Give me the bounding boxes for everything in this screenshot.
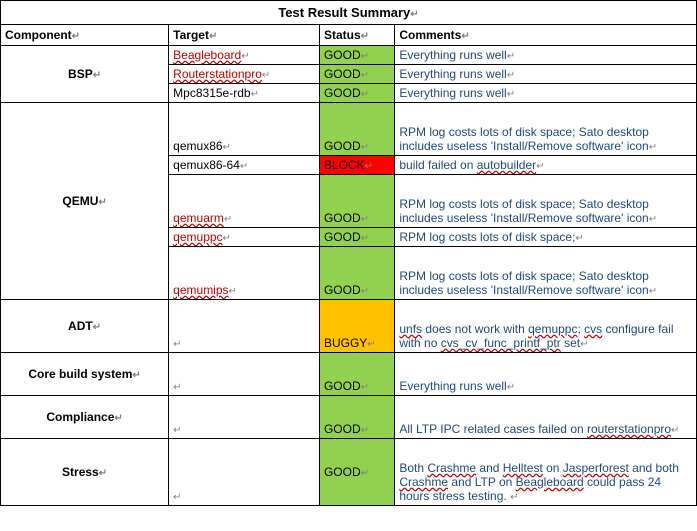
target-cell: ↵: [169, 353, 320, 396]
comments-cell: Everything runs well↵: [395, 353, 697, 396]
status-cell: GOOD↵: [319, 353, 394, 396]
component-compliance: Compliance↵: [1, 396, 169, 439]
table-row: Stress↵ ↵ GOOD↵ Both Crashme and Helltes…: [1, 439, 697, 506]
table-row: BSP↵ Beagleboard↵ GOOD↵ Everything runs …: [1, 46, 697, 65]
comments-cell: Everything runs well↵: [395, 46, 697, 65]
table-row: Compliance↵ ↵ GOOD↵ All LTP IPC related …: [1, 396, 697, 439]
test-result-table: Test Result Summary↵ Component↵ Target↵ …: [0, 0, 697, 506]
table-row: QEMU↵ qemux86↵ GOOD↵ RPM log costs lots …: [1, 103, 697, 156]
target-cell: qemumips↵: [169, 247, 320, 300]
status-cell: GOOD↵: [319, 439, 394, 506]
target-cell: Beagleboard↵: [169, 46, 320, 65]
comments-cell: RPM log costs lots of disk space; Sato d…: [395, 103, 697, 156]
target-cell: qemuarm↵: [169, 175, 320, 228]
component-stress: Stress↵: [1, 439, 169, 506]
comments-cell: RPM log costs lots of disk space; Sato d…: [395, 247, 697, 300]
status-cell: GOOD↵: [319, 396, 394, 439]
component-qemu: QEMU↵: [1, 103, 169, 300]
comments-cell: All LTP IPC related cases failed on rout…: [395, 396, 697, 439]
table-header-row: Component↵ Target↵ Status↵ Comments↵: [1, 25, 697, 46]
status-cell: GOOD↵: [319, 84, 394, 103]
table-row: Core build system↵ ↵ GOOD↵ Everything ru…: [1, 353, 697, 396]
target-cell: Mpc8315e-rdb↵: [169, 84, 320, 103]
target-cell: ↵: [169, 439, 320, 506]
status-cell: GOOD↵: [319, 228, 394, 247]
comments-cell: unfs does not work with qemuppc; cvs con…: [395, 300, 697, 353]
component-adt: ADT↵: [1, 300, 169, 353]
header-status: Status↵: [319, 25, 394, 46]
status-cell: GOOD↵: [319, 46, 394, 65]
status-cell: GOOD↵: [319, 65, 394, 84]
comments-cell: RPM log costs lots of disk space; Sato d…: [395, 175, 697, 228]
status-cell: GOOD↵: [319, 247, 394, 300]
table-title: Test Result Summary↵: [1, 1, 697, 25]
comments-cell: Everything runs well↵: [395, 84, 697, 103]
comments-cell: Everything runs well↵: [395, 65, 697, 84]
target-cell: qemux86↵: [169, 103, 320, 156]
header-target: Target↵: [169, 25, 320, 46]
status-cell: BUGGY↵: [319, 300, 394, 353]
header-comments: Comments↵: [395, 25, 697, 46]
target-cell: Routerstationpro↵: [169, 65, 320, 84]
component-bsp: BSP↵: [1, 46, 169, 103]
target-cell: qemux86-64↵: [169, 156, 320, 175]
comments-cell: build failed on autobuilder↵: [395, 156, 697, 175]
target-cell: qemuppc↵: [169, 228, 320, 247]
target-cell: ↵: [169, 300, 320, 353]
target-cell: ↵: [169, 396, 320, 439]
component-core: Core build system↵: [1, 353, 169, 396]
table-title-row: Test Result Summary↵: [1, 1, 697, 25]
comments-cell: Both Crashme and Helltest on Jasperfores…: [395, 439, 697, 506]
status-cell: BLOCK↵: [319, 156, 394, 175]
status-cell: GOOD↵: [319, 175, 394, 228]
header-component: Component↵: [1, 25, 169, 46]
status-cell: GOOD↵: [319, 103, 394, 156]
table-row: ADT↵ ↵ BUGGY↵ unfs does not work with qe…: [1, 300, 697, 353]
comments-cell: RPM log costs lots of disk space;↵: [395, 228, 697, 247]
